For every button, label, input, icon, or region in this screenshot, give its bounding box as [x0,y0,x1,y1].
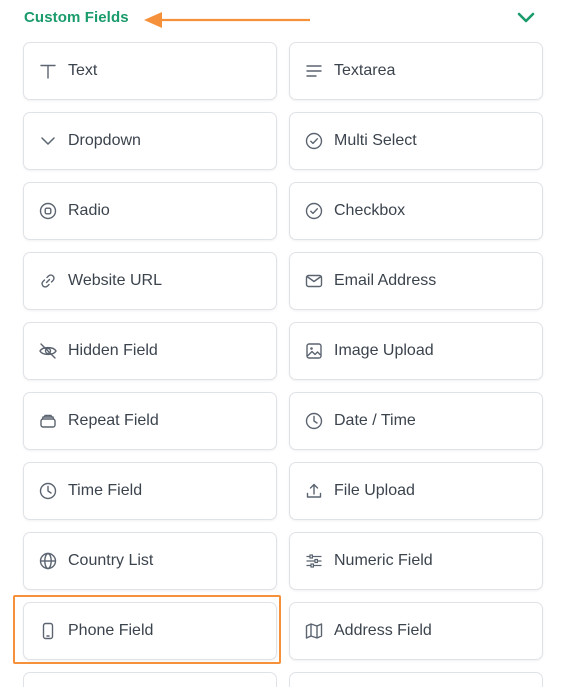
upload-icon [304,481,324,501]
field-label: Checkbox [334,202,406,219]
field-card-dropdown[interactable]: Dropdown [23,112,277,170]
field-label: Radio [68,202,110,219]
check-circle-icon [304,201,324,221]
field-label: Textarea [334,62,396,79]
field-card-email-address[interactable]: Email Address [289,252,543,310]
field-label: Date / Time [334,412,416,429]
field-card-phone-field[interactable]: Phone Field [23,602,277,660]
field-card-country-list[interactable]: Country List [23,532,277,590]
field-card-file-upload[interactable]: File Upload [289,462,543,520]
field-card-checkbox[interactable]: Checkbox [289,182,543,240]
field-card-image-upload[interactable]: Image Upload [289,322,543,380]
field-card-radio[interactable]: Radio [23,182,277,240]
eye-off-icon [38,341,58,361]
chevron-down-icon[interactable] [515,9,537,27]
field-label: Address Field [334,622,432,639]
check-circle-icon [304,131,324,151]
clock-icon [38,481,58,501]
chevron-down-icon [38,131,58,151]
field-card-multi-select[interactable]: Multi Select [289,112,543,170]
envelope-icon [304,271,324,291]
field-card-date-time[interactable]: Date / Time [289,392,543,450]
link-icon [38,271,58,291]
arrow-annotation-icon [144,12,310,28]
field-label: Numeric Field [334,552,433,569]
stack-icon [38,411,58,431]
field-card-website-url[interactable]: Website URL [23,252,277,310]
field-card-numeric-field[interactable]: Numeric Field [289,532,543,590]
field-label: Image Upload [334,342,434,359]
globe-icon [38,551,58,571]
field-label: Dropdown [68,132,141,149]
field-card-hidden-field[interactable]: Hidden Field [23,322,277,380]
field-card-time-field[interactable]: Time Field [23,462,277,520]
image-icon [304,341,324,361]
field-label: Text [68,62,98,79]
field-label: Phone Field [68,622,154,639]
clock-icon [304,411,324,431]
field-card-repeat-field[interactable]: Repeat Field [23,392,277,450]
field-label: Email Address [334,272,437,289]
custom-fields-grid: Text Textarea Dropdown Multi Select Radi… [23,42,543,687]
field-label: File Upload [334,482,415,499]
text-icon [38,61,58,81]
field-label: Hidden Field [68,342,158,359]
field-label: Time Field [68,482,143,499]
phone-icon [38,621,58,641]
field-label: Country List [68,552,154,569]
field-card-address-field[interactable]: Address Field [289,602,543,660]
map-icon [304,621,324,641]
section-title: Custom Fields [24,9,129,26]
field-card-next-left[interactable] [23,672,277,687]
field-label: Repeat Field [68,412,159,429]
textarea-icon [304,61,324,81]
field-card-textarea[interactable]: Textarea [289,42,543,100]
custom-fields-header[interactable]: Custom Fields [0,0,563,36]
field-card-next-right[interactable] [289,672,543,687]
field-card-text[interactable]: Text [23,42,277,100]
field-label: Website URL [68,272,162,289]
field-label: Multi Select [334,132,417,149]
radio-icon [38,201,58,221]
sliders-icon [304,551,324,571]
